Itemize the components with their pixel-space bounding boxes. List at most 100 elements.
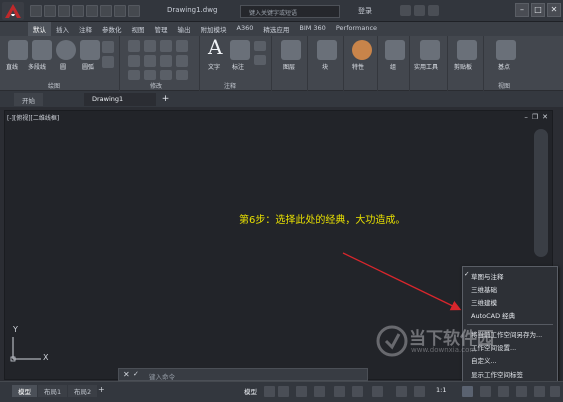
dimension-icon[interactable] — [230, 40, 250, 60]
redo-icon[interactable] — [114, 5, 126, 17]
search-input[interactable]: 键入关键字或短语 — [240, 5, 340, 18]
text-icon[interactable]: A — [208, 35, 222, 59]
annotation-scale-icon[interactable] — [396, 386, 407, 397]
tab-featured-apps[interactable]: 精选应用 — [258, 22, 294, 36]
workspace-drafting-annotation[interactable]: 草图与注释 — [463, 269, 557, 281]
clean-screen-icon[interactable] — [534, 386, 545, 397]
undo-icon[interactable] — [100, 5, 112, 17]
save-as-icon[interactable] — [72, 5, 84, 17]
drawing-title: Drawing1.dwg — [167, 6, 218, 14]
application-menu-button[interactable] — [2, 2, 24, 20]
scale-label[interactable]: 1:1 — [436, 386, 446, 394]
copy-icon[interactable] — [128, 55, 140, 67]
scale-icon[interactable] — [144, 70, 156, 80]
clipboard-icon[interactable] — [457, 40, 477, 60]
open-file-icon[interactable] — [44, 5, 56, 17]
tab-a360[interactable]: A360 — [232, 22, 259, 36]
tab-insert[interactable]: 插入 — [51, 22, 74, 36]
tab-output[interactable]: 输出 — [173, 22, 196, 36]
save-icon[interactable] — [58, 5, 70, 17]
minimize-button[interactable]: – — [515, 3, 529, 17]
add-layout-plus-icon[interactable]: + — [98, 385, 105, 394]
insert-block-icon[interactable] — [317, 40, 337, 60]
workspace-3d-modeling[interactable]: 三维建模 — [463, 295, 557, 307]
ortho-icon[interactable] — [296, 386, 307, 397]
tab-annotate[interactable]: 注释 — [74, 22, 97, 36]
tab-manage[interactable]: 管理 — [150, 22, 173, 36]
close-button[interactable]: ✕ — [547, 3, 561, 17]
circle-label: 圆 — [60, 64, 67, 71]
isolate-objects-icon[interactable] — [498, 386, 509, 397]
line-icon[interactable] — [8, 40, 28, 60]
annotation-panel-label: 注释 — [224, 83, 237, 90]
array-icon[interactable] — [160, 70, 172, 80]
rectangle-icon[interactable] — [102, 41, 114, 53]
polyline-icon[interactable] — [32, 40, 52, 60]
customization-menu-icon[interactable] — [550, 386, 560, 397]
help-icon[interactable] — [428, 5, 439, 16]
title-bar: Drawing1.dwg 键入关键字或短语 登录 – □ ✕ — [0, 0, 563, 22]
otrack-icon[interactable] — [352, 386, 363, 397]
arc-icon[interactable] — [80, 40, 100, 60]
tab-view[interactable]: 视图 — [127, 22, 150, 36]
workspace-switching-gear-icon[interactable] — [462, 386, 473, 397]
layers-label: 图层 — [283, 64, 296, 71]
workspace-autocad-classic[interactable]: AutoCAD 经典 — [463, 308, 557, 320]
table-icon[interactable] — [254, 55, 266, 65]
drawing1-tab[interactable]: Drawing1 — [84, 93, 156, 106]
command-close-icon[interactable]: ✕ — [123, 370, 130, 379]
new-file-icon[interactable] — [30, 5, 42, 17]
snap-icon[interactable] — [278, 386, 289, 397]
plot-icon[interactable] — [86, 5, 98, 17]
workspace-dropdown-icon[interactable] — [128, 5, 140, 17]
properties-panel: 特性 — [346, 36, 378, 91]
fillet-icon[interactable] — [160, 55, 172, 67]
line-label: 直线 — [6, 64, 19, 71]
base-view-icon[interactable] — [496, 40, 516, 60]
tab-parametric[interactable]: 参数化 — [97, 22, 127, 36]
erase-icon[interactable] — [176, 40, 188, 52]
workspace-3d-basics[interactable]: 三维基础 — [463, 282, 557, 294]
tab-performance[interactable]: Performance — [331, 22, 382, 36]
mirror-icon[interactable] — [144, 55, 156, 67]
properties-icon[interactable] — [352, 40, 372, 60]
command-settings-icon[interactable]: ✓ — [133, 370, 139, 378]
tab-addins[interactable]: 附加模块 — [196, 22, 232, 36]
osnap-icon[interactable] — [334, 386, 345, 397]
annotation-visibility-icon[interactable] — [414, 386, 425, 397]
move-icon[interactable] — [128, 40, 140, 52]
polar-icon[interactable] — [314, 386, 325, 397]
model-space-button[interactable]: 模型 — [244, 386, 257, 396]
command-input[interactable]: 键入命令 — [149, 371, 175, 381]
model-layout-tab[interactable]: 模型 — [12, 385, 37, 397]
layout2-tab[interactable]: 布局2 — [68, 385, 98, 397]
watermark: 当下软件园 www.downxia.com — [375, 322, 494, 362]
tab-default[interactable]: 默认 — [28, 22, 51, 36]
circle-icon[interactable] — [56, 40, 76, 60]
tab-bim360[interactable]: BIM 360 — [294, 22, 330, 36]
command-line[interactable]: ✕ ✓ 键入命令 — [118, 368, 368, 381]
stay-connected-icon[interactable] — [414, 5, 425, 16]
exchange-icon[interactable] — [400, 5, 411, 16]
new-tab-plus-icon[interactable]: + — [160, 94, 171, 105]
leader-icon[interactable] — [254, 41, 266, 51]
calculator-icon[interactable] — [420, 40, 440, 60]
workspace-customize[interactable]: 自定义... — [463, 353, 557, 365]
annotation-monitor-icon[interactable] — [480, 386, 491, 397]
hardware-acceleration-icon[interactable] — [516, 386, 527, 397]
explode-icon[interactable] — [176, 55, 188, 67]
layout1-tab[interactable]: 布局1 — [38, 385, 68, 397]
group-icon[interactable] — [385, 40, 405, 60]
layer-properties-icon[interactable] — [281, 40, 301, 60]
rotate-icon[interactable] — [144, 40, 156, 52]
display-workspace-label[interactable]: 显示工作空间标签 — [463, 367, 557, 379]
login-button[interactable]: 登录 — [358, 6, 372, 16]
offset-icon[interactable] — [176, 70, 188, 80]
trim-icon[interactable] — [160, 40, 172, 52]
grid-icon[interactable] — [264, 386, 275, 397]
maximize-button[interactable]: □ — [531, 3, 545, 17]
hatch-icon[interactable] — [102, 56, 114, 68]
lineweight-icon[interactable] — [372, 386, 383, 397]
start-tab[interactable]: 开始 — [14, 93, 43, 106]
stretch-icon[interactable] — [128, 70, 140, 80]
